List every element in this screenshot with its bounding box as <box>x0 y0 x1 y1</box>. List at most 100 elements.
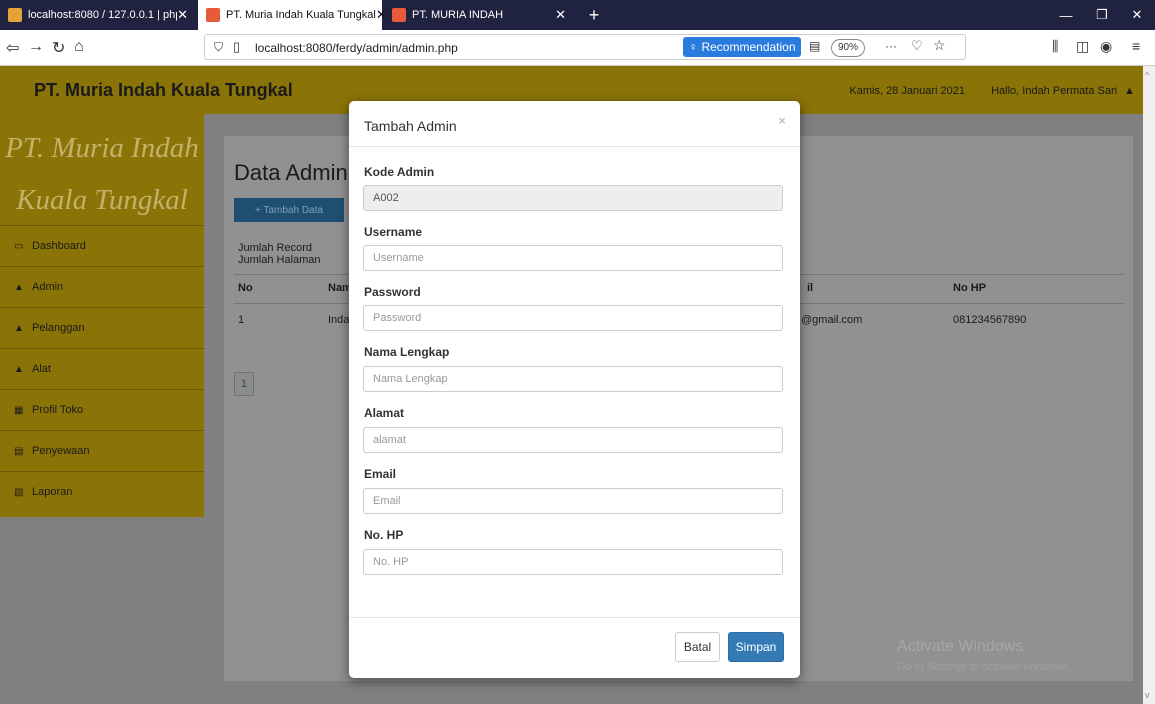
users-icon: ▲ <box>14 363 24 375</box>
sidebar-item-label: Alat <box>32 363 51 375</box>
column-header-hp: No HP <box>953 282 986 294</box>
kode-admin-field <box>363 185 783 211</box>
sidebar-toggle-icon[interactable]: ◫ <box>1076 38 1089 55</box>
recommendation-button[interactable]: ♀ Recommendation <box>683 37 801 57</box>
sidebar-item-alat[interactable]: ▲ Alat <box>0 348 204 389</box>
browser-tab-bar: localhost:8080 / 127.0.0.1 | php ✕ PT. M… <box>0 0 1155 30</box>
username-label: Username <box>364 225 423 239</box>
cell-email: @gmail.com <box>801 314 863 326</box>
sidebar-item-laporan[interactable]: ▧ Laporan <box>0 471 204 512</box>
sidebar-item-label: Laporan <box>32 486 73 498</box>
column-header-no: No <box>238 282 253 294</box>
maximize-icon[interactable]: ❐ <box>1084 0 1120 30</box>
browser-tab-muria-indah-2[interactable]: PT. MURIA INDAH ✕ <box>384 0 574 30</box>
sidebar-item-profil-toko[interactable]: ▦ Profil Toko <box>0 389 204 430</box>
sidebar-item-label: Pelanggan <box>32 322 85 334</box>
cell-no: 1 <box>238 314 245 326</box>
forward-icon[interactable]: → <box>28 38 44 56</box>
site-favicon-icon <box>392 8 406 22</box>
site-favicon-icon <box>206 8 220 22</box>
pocket-icon[interactable]: ♡ <box>911 38 923 54</box>
browser-tab-muria-indah[interactable]: PT. Muria Indah Kuala Tungkal ✕ <box>198 0 387 30</box>
sidebar-item-pelanggan[interactable]: ▲ Pelanggan <box>0 307 204 348</box>
no-hp-field[interactable] <box>363 549 783 575</box>
scroll-down-icon[interactable]: v <box>1145 690 1150 700</box>
bulb-icon: ♀ <box>688 40 698 54</box>
cancel-button[interactable]: Batal <box>675 632 720 662</box>
table-icon: ▦ <box>14 404 24 416</box>
browser-tab-phpmyadmin[interactable]: localhost:8080 / 127.0.0.1 | php ✕ <box>0 0 196 30</box>
recommendation-label: Recommendation <box>701 40 796 54</box>
alamat-label: Alamat <box>364 406 405 420</box>
tab-label: localhost:8080 / 127.0.0.1 | php <box>28 9 178 21</box>
email-field[interactable] <box>363 488 783 514</box>
home-icon[interactable]: ⌂ <box>74 38 84 56</box>
password-field[interactable] <box>363 305 783 331</box>
modal-footer-divider <box>349 617 800 618</box>
no-hp-label: No. HP <box>364 528 404 542</box>
user-icon: ▲ <box>1124 85 1135 97</box>
activate-windows-title: Activate Windows <box>897 638 1024 655</box>
logo-line-2: Kuala Tungkal <box>16 184 188 216</box>
minimize-icon[interactable]: — <box>1048 0 1084 30</box>
add-admin-modal: Tambah Admin × Kode Admin Username Passw… <box>349 101 800 678</box>
brand-title: PT. Muria Indah Kuala Tungkal <box>34 80 293 100</box>
username-field[interactable] <box>363 245 783 271</box>
scroll-up-icon[interactable]: ^ <box>1145 70 1149 80</box>
sidebar-item-penyewaan[interactable]: ▤ Penyewaan <box>0 430 204 471</box>
password-label: Password <box>364 285 421 299</box>
header-right: Kamis, 28 Januari 2021 Hallo, Indah Perm… <box>849 85 1135 97</box>
save-button[interactable]: Simpan <box>728 632 784 662</box>
tab-label: PT. Muria Indah Kuala Tungkal <box>226 9 376 21</box>
sidebar-logo: PT. Muria Indah Kuala Tungkal <box>0 122 204 226</box>
sidebar-item-admin[interactable]: ▲ Admin <box>0 266 204 307</box>
page-title: Data Admin <box>234 160 348 185</box>
browser-nav-bar: ⇦ → ↻ ⌂ ⛉ ▯ localhost:8080/ferdy/admin/a… <box>0 30 1155 66</box>
sidebar-item-label: Dashboard <box>32 240 86 252</box>
sidebar-item-label: Profil Toko <box>32 404 84 416</box>
reader-icon[interactable]: ▤ <box>809 39 820 53</box>
url-text: localhost:8080/ferdy/admin/admin.php <box>255 41 458 55</box>
current-date: Kamis, 28 Januari 2021 <box>849 85 965 97</box>
close-tab-icon[interactable]: ✕ <box>555 7 566 23</box>
reload-icon[interactable]: ↻ <box>52 38 65 58</box>
sidebar-item-label: Penyewaan <box>32 445 90 457</box>
modal-header-divider <box>349 146 800 147</box>
close-icon[interactable]: × <box>778 113 786 128</box>
user-greeting[interactable]: Hallo, Indah Permata Sari <box>991 85 1117 97</box>
menu-icon[interactable]: ≡ <box>1132 38 1140 54</box>
close-window-icon[interactable]: ✕ <box>1119 0 1155 30</box>
cell-hp: 081234567890 <box>953 314 1027 326</box>
tab-label: PT. MURIA INDAH <box>412 9 504 21</box>
nama-lengkap-field[interactable] <box>363 366 783 392</box>
modal-title: Tambah Admin <box>364 118 457 134</box>
library-icon[interactable]: ⫼ <box>1052 38 1058 55</box>
more-icon[interactable]: ··· <box>885 39 897 53</box>
user-icon: ▲ <box>14 281 24 293</box>
kode-admin-label: Kode Admin <box>364 165 435 179</box>
phpmyadmin-favicon-icon <box>8 8 22 22</box>
back-icon[interactable]: ⇦ <box>6 38 19 58</box>
page-icon: ▯ <box>233 39 241 54</box>
sidebar-item-dashboard[interactable]: ▭ Dashboard <box>0 225 204 266</box>
cell-name: Inda <box>328 314 350 326</box>
page-count-label: Jumlah Halaman <box>238 254 321 266</box>
zoom-level[interactable]: 90% <box>831 39 866 57</box>
alamat-field[interactable] <box>363 427 783 453</box>
record-count-label: Jumlah Record <box>238 242 312 254</box>
close-tab-icon[interactable]: ✕ <box>177 7 188 23</box>
new-tab-icon[interactable]: + <box>576 0 612 30</box>
bookmark-star-icon[interactable]: ☆ <box>933 37 946 54</box>
shield-icon: ⛉ <box>214 40 224 54</box>
column-header-email: il <box>807 282 814 294</box>
nama-lengkap-label: Nama Lengkap <box>364 345 450 359</box>
add-data-button[interactable]: + Tambah Data <box>234 198 344 222</box>
account-icon[interactable]: ◉ <box>1100 38 1112 55</box>
email-label: Email <box>364 467 397 481</box>
page-scrollbar[interactable]: ^ v <box>1143 66 1155 704</box>
pagination-page[interactable]: 1 <box>234 372 254 396</box>
calendar-icon: ▤ <box>14 445 24 457</box>
activate-windows-subtitle: Go to Settings to activate Windows. <box>897 661 1071 673</box>
address-bar[interactable]: ⛉ ▯ localhost:8080/ferdy/admin/admin.php… <box>204 34 966 60</box>
document-icon: ▧ <box>14 486 24 498</box>
